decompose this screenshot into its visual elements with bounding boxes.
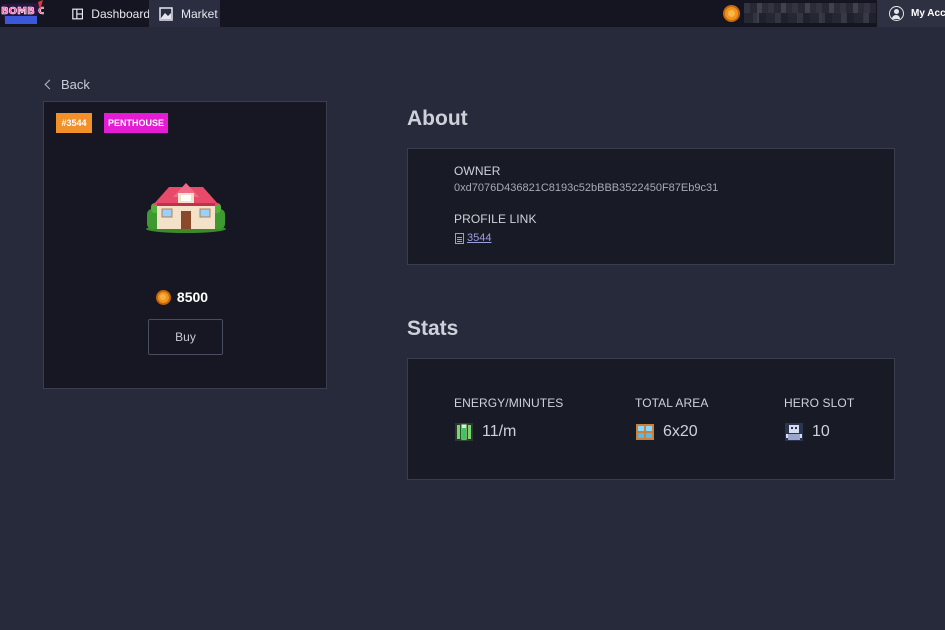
account-label: My Acco (911, 8, 945, 19)
stat-energy-value: 11/m (482, 423, 517, 440)
robot-icon (785, 423, 803, 441)
chevron-left-icon (44, 79, 55, 89)
buy-button[interactable]: Buy (148, 319, 223, 355)
stats-panel: ENERGY/MINUTES 11/m TOTAL AREA 6x20 HERO… (407, 358, 895, 480)
profile-link-label: PROFILE LINK (454, 212, 537, 226)
document-icon (455, 232, 464, 244)
stat-hero-value: 10 (812, 423, 830, 440)
window-icon (636, 424, 654, 440)
top-navigation-bar: BOMB CRYPTO Dashboard Market My Acco (0, 0, 945, 27)
profile-link[interactable]: 3544 (455, 232, 491, 244)
tab-dashboard[interactable]: Dashboard (62, 0, 150, 27)
owner-label: OWNER (454, 164, 501, 178)
account-icon (889, 6, 904, 21)
item-card: #3544 PENTHOUSE 8500 Buy (43, 101, 327, 389)
battery-icon (455, 423, 473, 441)
about-title: About (407, 107, 468, 130)
bomb-crypto-logo[interactable]: BOMB CRYPTO (0, 0, 44, 27)
item-type-badge: PENTHOUSE (104, 113, 168, 133)
tab-market-label: Market (181, 6, 218, 21)
about-panel: OWNER 0xd7076D436821C8193c52bBBB3522450F… (407, 148, 895, 265)
item-price: 8500 (44, 288, 328, 306)
back-button[interactable]: Back (44, 75, 90, 93)
market-icon (159, 6, 173, 21)
stat-area-label: TOTAL AREA (635, 396, 709, 410)
house-icon (146, 183, 226, 233)
owner-address: 0xd7076D436821C8193c52bBBB3522450F87Eb9c… (454, 182, 719, 194)
stat-area-value: 6x20 (663, 423, 698, 440)
logo-text: BOMB CRYPTO (1, 6, 44, 17)
tab-dashboard-label: Dashboard (91, 6, 150, 21)
stats-title: Stats (407, 317, 459, 340)
back-label: Back (61, 76, 90, 92)
wallet-balance-redacted (744, 3, 876, 23)
stat-hero-slot: HERO SLOT 10 (784, 396, 854, 442)
coin-icon (155, 289, 171, 305)
stat-energy: ENERGY/MINUTES 11/m (454, 396, 563, 442)
tab-market[interactable]: Market (149, 0, 220, 27)
stat-hero-label: HERO SLOT (784, 396, 855, 410)
item-price-value: 8500 (176, 289, 209, 305)
stat-energy-label: ENERGY/MINUTES (454, 396, 564, 410)
stat-total-area: TOTAL AREA 6x20 (635, 396, 708, 442)
dashboard-icon (72, 8, 84, 19)
profile-link-text: 3544 (467, 232, 492, 244)
coin-icon (723, 5, 740, 22)
my-account-button[interactable]: My Acco (877, 0, 945, 27)
item-id-badge: #3544 (56, 113, 92, 133)
